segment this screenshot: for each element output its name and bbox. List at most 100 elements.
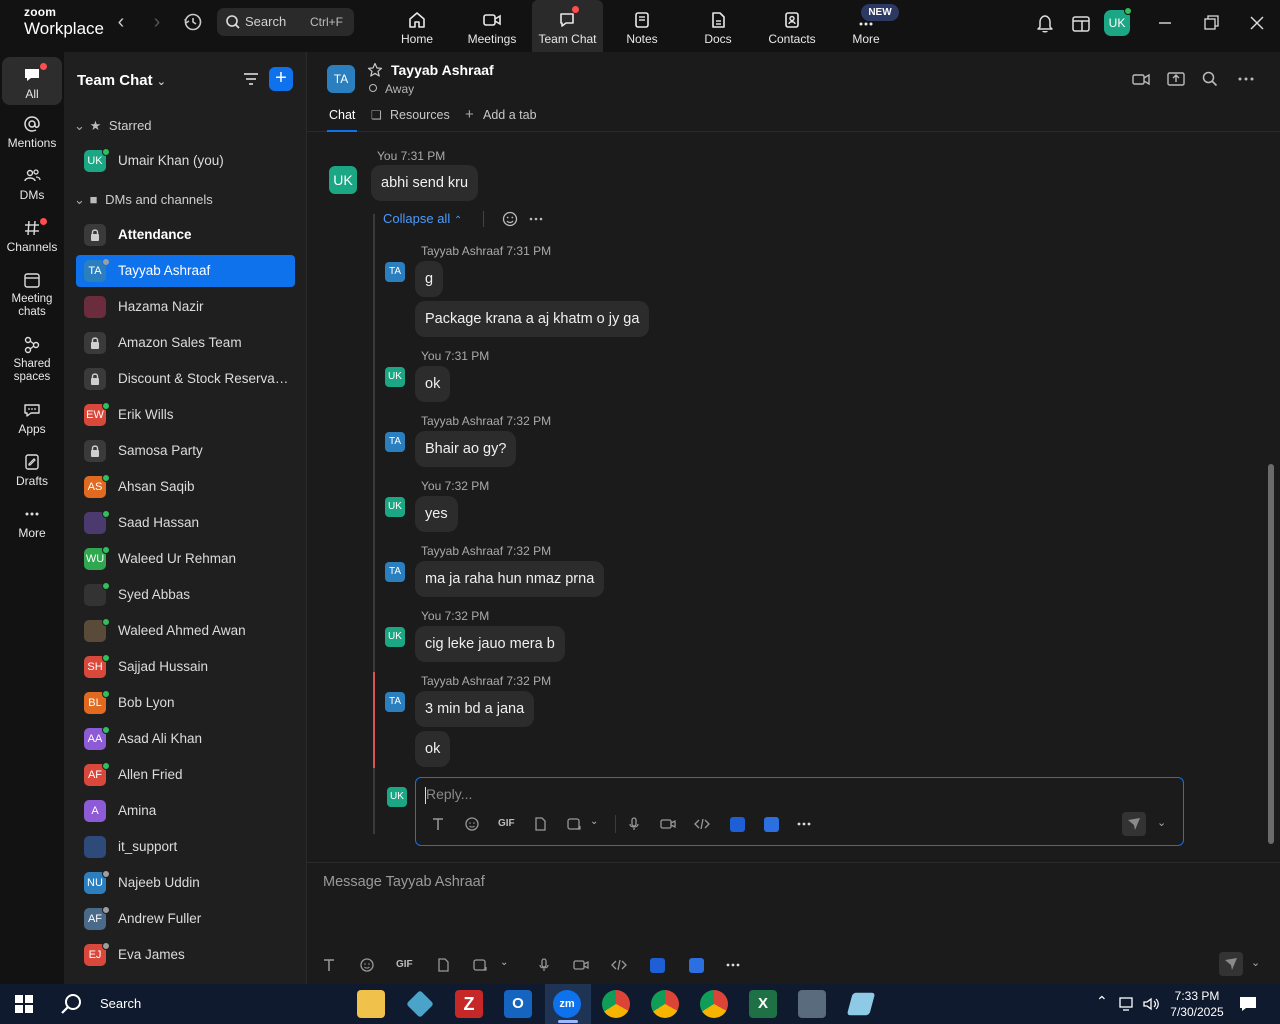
message-bubble[interactable]: g — [415, 261, 444, 297]
share-screen-icon[interactable] — [1167, 70, 1185, 88]
app-icon[interactable] — [764, 817, 779, 832]
history-icon[interactable] — [182, 10, 204, 34]
rail-item-all[interactable]: All — [2, 57, 62, 105]
chevron-down-icon[interactable]: ⌄ — [590, 816, 598, 827]
chat-item[interactable]: AA Asad Ali Khan — [76, 723, 295, 755]
rail-item-dms[interactable]: DMs — [2, 166, 62, 210]
chat-item[interactable]: EJ Eva James — [76, 939, 295, 971]
close-icon[interactable] — [1246, 12, 1268, 34]
search-box[interactable]: Search Ctrl+F — [217, 8, 354, 36]
message-bubble[interactable]: ok — [415, 731, 451, 767]
calculator-icon[interactable] — [798, 990, 826, 1018]
chat-item[interactable]: Waleed Ahmed Awan — [76, 615, 295, 647]
file-explorer-icon[interactable] — [357, 990, 385, 1018]
chat-item[interactable]: it_support — [76, 831, 295, 863]
tab-home[interactable]: Home — [392, 0, 442, 52]
message-bubble[interactable]: 3 min bd a jana — [415, 691, 535, 727]
reply-input[interactable]: Reply... — [426, 786, 472, 802]
text-format-icon[interactable] — [321, 957, 337, 973]
app-icon[interactable] — [406, 990, 434, 1018]
chat-item[interactable]: EW Erik Wills — [76, 399, 295, 431]
video-camera-icon[interactable] — [1132, 70, 1150, 88]
app-icon[interactable] — [730, 817, 745, 832]
windows-start-icon[interactable] — [14, 994, 34, 1014]
message-bubble[interactable]: Bhair ao gy? — [415, 431, 517, 467]
chrome-icon[interactable] — [602, 990, 630, 1018]
new-chat-button[interactable]: + — [269, 67, 293, 91]
zoom-icon[interactable]: zm — [553, 990, 581, 1018]
tab-add[interactable]: Add a tab — [483, 108, 537, 122]
chrome-icon[interactable] — [651, 990, 679, 1018]
filezilla-icon[interactable]: Z — [455, 990, 483, 1018]
chat-item[interactable]: Attendance — [76, 219, 295, 251]
avatar[interactable]: UK — [385, 627, 405, 647]
rail-item-more[interactable]: More — [2, 504, 62, 548]
search-icon[interactable] — [1201, 70, 1219, 88]
emoji-icon[interactable] — [464, 816, 480, 832]
app-icon[interactable] — [846, 992, 876, 1016]
chat-item[interactable]: AF Andrew Fuller — [76, 903, 295, 935]
chat-item[interactable]: AS Ahsan Saqib — [76, 471, 295, 503]
sidebar-title[interactable]: Team Chat ⌄ — [77, 72, 166, 89]
chevron-up-icon[interactable]: ⌃ — [1096, 993, 1108, 1010]
avatar[interactable]: TA — [385, 432, 405, 452]
forward-arrow-icon[interactable]: › — [146, 10, 168, 34]
code-icon[interactable] — [611, 957, 627, 973]
chat-item[interactable]: AF Allen Fried — [76, 759, 295, 791]
starred-section-header[interactable]: ⌄ ★ Starred — [74, 118, 152, 134]
rail-item-mentions[interactable]: Mentions — [2, 114, 62, 158]
search-icon[interactable] — [60, 992, 84, 1016]
more-options-icon[interactable] — [1237, 70, 1255, 88]
rail-item-apps[interactable]: Apps — [2, 400, 62, 444]
app-icon[interactable] — [650, 958, 665, 973]
gif-button[interactable]: GIF — [498, 818, 515, 829]
chat-item[interactable]: Samosa Party — [76, 435, 295, 467]
message-bubble[interactable]: abhi send kru — [371, 165, 479, 201]
screenshot-icon[interactable] — [566, 816, 582, 832]
volume-icon[interactable] — [1142, 996, 1160, 1012]
dms-section-header[interactable]: ⌄ ■ DMs and channels — [74, 192, 213, 208]
rail-item-channels[interactable]: Channels — [2, 218, 62, 262]
clock[interactable]: 7:33 PM 7/30/2025 — [1162, 988, 1232, 1020]
avatar[interactable]: TA — [385, 562, 405, 582]
send-button[interactable] — [1219, 952, 1243, 976]
text-format-icon[interactable] — [430, 816, 446, 832]
file-icon[interactable] — [532, 816, 548, 832]
chevron-down-icon[interactable]: ⌄ — [500, 957, 508, 968]
avatar[interactable]: UK — [385, 367, 405, 387]
chrome-icon[interactable] — [700, 990, 728, 1018]
rail-item-meeting-chats[interactable]: Meeting chats — [2, 270, 62, 324]
video-message-icon[interactable] — [573, 957, 589, 973]
tab-resources[interactable]: Resources — [390, 108, 450, 122]
message-bubble[interactable]: cig leke jauo mera b — [415, 626, 565, 662]
tab-contacts[interactable]: Contacts — [764, 0, 820, 52]
chat-item[interactable]: BL Bob Lyon — [76, 687, 295, 719]
restore-icon[interactable] — [1200, 12, 1222, 34]
minimize-icon[interactable] — [1154, 12, 1176, 34]
avatar[interactable]: TA — [385, 692, 405, 712]
chat-item[interactable]: A Amina — [76, 795, 295, 827]
chat-title[interactable]: Tayyab Ashraaf — [391, 62, 494, 78]
tab-team-chat[interactable]: Team Chat — [532, 0, 603, 52]
chat-item[interactable]: SH Sajjad Hussain — [76, 651, 295, 683]
message-bubble[interactable]: Package krana a aj khatm o jy ga — [415, 301, 650, 337]
chat-item[interactable]: WU Waleed Ur Rehman — [76, 543, 295, 575]
chat-item[interactable]: Hazama Nazir — [76, 291, 295, 323]
chat-item[interactable]: NU Najeeb Uddin — [76, 867, 295, 899]
more-options-icon[interactable] — [796, 816, 812, 832]
more-options-icon[interactable] — [725, 957, 741, 973]
filter-icon[interactable] — [242, 70, 260, 88]
emoji-react-icon[interactable] — [501, 210, 519, 228]
chat-item[interactable]: Syed Abbas — [76, 579, 295, 611]
chevron-down-icon[interactable]: ⌄ — [1251, 956, 1260, 969]
more-options-icon[interactable] — [527, 210, 545, 228]
chat-item[interactable]: TA Tayyab Ashraaf — [76, 255, 295, 287]
network-icon[interactable] — [1118, 996, 1136, 1012]
video-message-icon[interactable] — [660, 816, 676, 832]
chat-item[interactable]: Discount & Stock Reservati... — [76, 363, 295, 395]
tab-docs[interactable]: Docs — [696, 0, 740, 52]
scroll-thumb[interactable] — [1268, 464, 1274, 844]
message-input[interactable]: Message Tayyab Ashraaf — [323, 874, 485, 890]
collapse-all-link[interactable]: Collapse all ⌃ — [383, 211, 462, 226]
microphone-icon[interactable] — [536, 957, 552, 973]
